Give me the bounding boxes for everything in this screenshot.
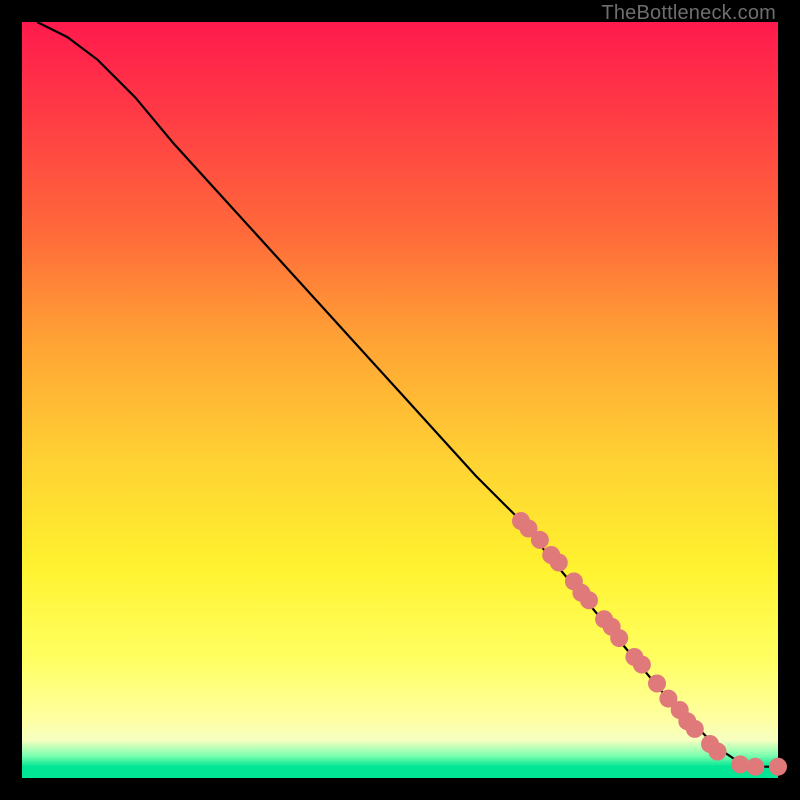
curve-line xyxy=(37,22,778,767)
plot-area xyxy=(22,22,778,778)
data-marker xyxy=(769,758,787,776)
data-marker xyxy=(731,755,749,773)
data-marker xyxy=(633,656,651,674)
attribution-label: TheBottleneck.com xyxy=(601,2,776,25)
data-marker xyxy=(686,720,704,738)
data-marker xyxy=(531,531,549,549)
data-marker xyxy=(550,554,568,572)
chart-frame: TheBottleneck.com xyxy=(0,0,800,800)
data-marker xyxy=(610,629,628,647)
chart-svg xyxy=(22,22,778,778)
data-marker xyxy=(746,758,764,776)
data-markers xyxy=(512,512,787,776)
data-marker xyxy=(648,675,666,693)
data-marker xyxy=(709,743,727,761)
data-marker xyxy=(580,591,598,609)
